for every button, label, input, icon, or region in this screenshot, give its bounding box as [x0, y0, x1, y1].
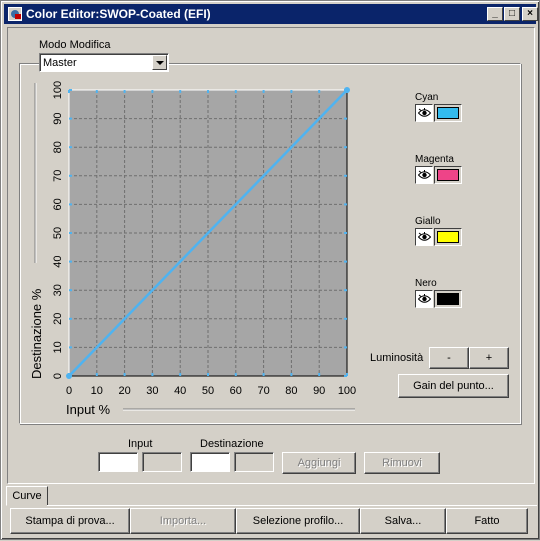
add-point-button[interactable]: Aggiungi — [282, 452, 356, 474]
destination-label: Destinazione — [200, 438, 264, 450]
color-swatch-giallo[interactable] — [434, 228, 462, 246]
y-tick-label: 80 — [52, 141, 64, 153]
channel-label-giallo: Giallo — [415, 216, 441, 227]
luminosity-label: Luminosità — [370, 352, 424, 364]
y-tick-label: 0 — [52, 373, 64, 379]
x-tick-label: 0 — [66, 385, 72, 397]
y-tick-label: 60 — [52, 198, 64, 210]
y-tick-label: 100 — [52, 81, 64, 99]
proof-print-button[interactable]: Stampa di prova... — [10, 508, 130, 534]
y-tick-label: 30 — [52, 284, 64, 296]
channel-row-nero — [415, 290, 467, 308]
x-tick-label: 50 — [202, 385, 214, 397]
destination-field[interactable] — [190, 452, 230, 472]
y-tick-label: 40 — [52, 255, 64, 267]
channel-row-cyan — [415, 104, 467, 122]
channel-label-cyan: Cyan — [415, 92, 439, 103]
done-button[interactable]: Fatto — [446, 508, 528, 534]
swatch-fill — [437, 293, 459, 305]
eye-icon[interactable] — [415, 104, 433, 122]
remove-point-button[interactable]: Rimuovi — [364, 452, 440, 474]
tab-strip-line — [47, 505, 537, 506]
luminosity-decrease-button[interactable]: - — [429, 347, 469, 369]
color-editor-window: Color Editor:SWOP-Coated (EFI) _ □ × Mod… — [0, 0, 540, 540]
x-tick-label: 20 — [118, 385, 130, 397]
x-axis-label: Input % — [66, 402, 111, 417]
channel-label-nero: Nero — [415, 278, 437, 289]
color-swatch-cyan[interactable] — [434, 104, 462, 122]
dot-gain-button[interactable]: Gain del punto... — [398, 374, 509, 398]
color-swatch-nero[interactable] — [434, 290, 462, 308]
y-tick-label: 20 — [52, 313, 64, 325]
x-tick-label: 10 — [91, 385, 103, 397]
x-tick-label: 60 — [230, 385, 242, 397]
y-tick-label: 90 — [52, 112, 64, 124]
input-label: Input — [128, 438, 153, 450]
curve-point — [344, 87, 350, 93]
import-button[interactable]: Importa... — [130, 508, 236, 534]
x-tick-label: 70 — [257, 385, 269, 397]
y-tick-label: 50 — [52, 227, 64, 239]
x-tick-label: 90 — [313, 385, 325, 397]
destination-field-secondary — [234, 452, 274, 472]
save-button[interactable]: Salva... — [360, 508, 446, 534]
input-field-secondary — [142, 452, 182, 472]
eye-icon[interactable] — [415, 228, 433, 246]
luminosity-increase-button[interactable]: + — [469, 347, 509, 369]
input-field[interactable] — [98, 452, 138, 472]
x-tick-label: 80 — [285, 385, 297, 397]
channel-label-magenta: Magenta — [415, 154, 454, 165]
x-tick-label: 30 — [146, 385, 158, 397]
channel-row-magenta — [415, 166, 467, 184]
swatch-fill — [437, 169, 459, 181]
select-profile-button[interactable]: Selezione profilo... — [236, 508, 360, 534]
y-tick-label: 70 — [52, 170, 64, 182]
color-swatch-magenta[interactable] — [434, 166, 462, 184]
x-tick-label: 100 — [338, 385, 356, 397]
eye-icon[interactable] — [415, 290, 433, 308]
y-axis-label: Destinazione % — [29, 288, 44, 379]
swatch-fill — [437, 231, 459, 243]
tab-curve[interactable]: Curve — [6, 486, 48, 506]
y-tick-label: 10 — [52, 341, 64, 353]
curve-point — [66, 373, 72, 379]
swatch-fill — [437, 107, 459, 119]
channel-row-giallo — [415, 228, 467, 246]
eye-icon[interactable] — [415, 166, 433, 184]
x-tick-label: 40 — [174, 385, 186, 397]
